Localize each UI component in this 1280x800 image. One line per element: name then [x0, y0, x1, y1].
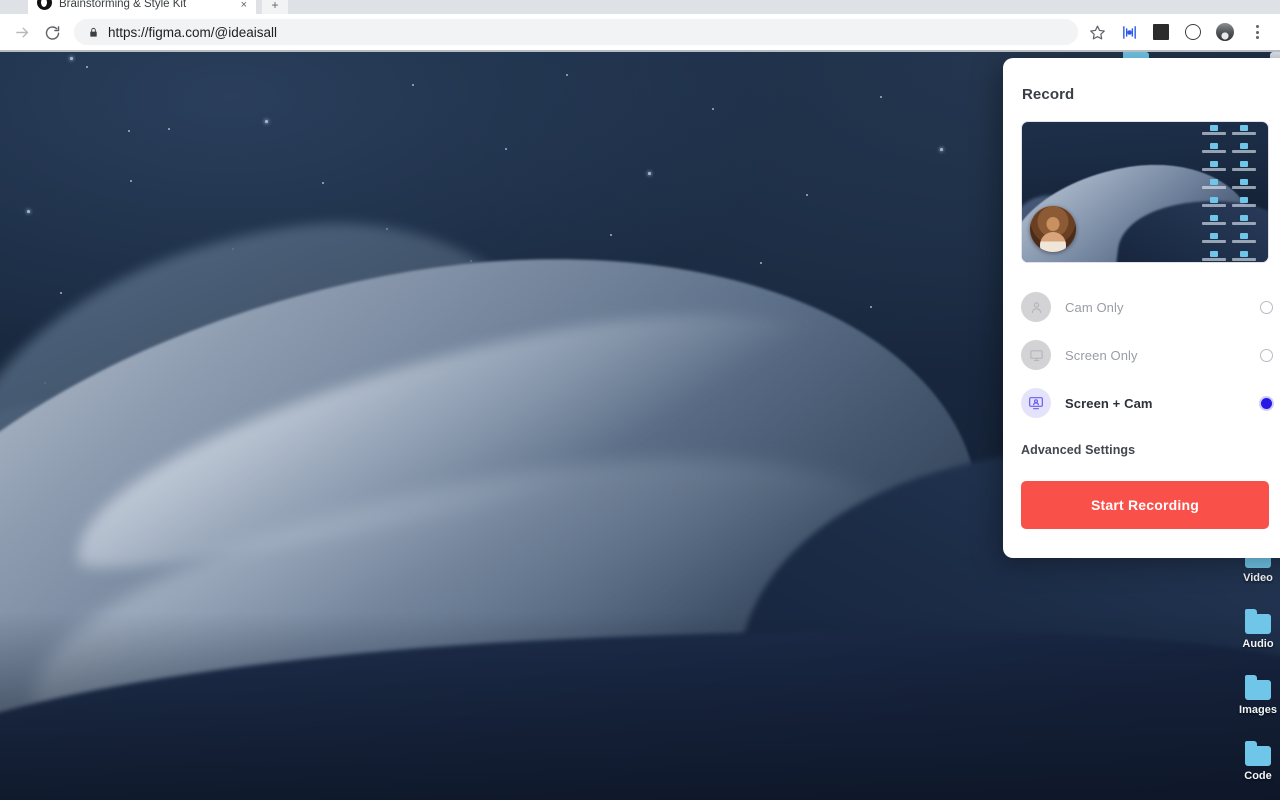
desktop-icon-label: Video: [1243, 572, 1273, 584]
lock-icon: [90, 27, 97, 37]
sand-haze: [0, 612, 1280, 800]
record-option-screen-only[interactable]: Screen Only: [1021, 331, 1277, 379]
monitor-icon: [1021, 340, 1051, 370]
folder-icon: [1245, 675, 1271, 700]
radio-screen-only[interactable]: [1260, 348, 1273, 362]
desktop-icon-label: Code: [1244, 770, 1272, 782]
radio-cam-only[interactable]: [1260, 300, 1273, 314]
radio-screen-cam[interactable]: [1261, 397, 1272, 409]
browser-toolbar: https://figma.com/@ideaisall: [0, 14, 1280, 50]
desktop-icon-images[interactable]: Images: [1212, 675, 1280, 717]
star-icon[interactable]: [1086, 21, 1108, 43]
toolbar-icons: [1086, 21, 1272, 43]
panel-title: Record: [1022, 86, 1075, 103]
circle-extension-icon[interactable]: [1182, 21, 1204, 43]
url-text: https://figma.com/@ideaisall: [108, 24, 278, 40]
browser-tab[interactable]: Brainstorming & Style Kit ×: [28, 0, 256, 14]
desktop-icon-code[interactable]: Code: [1212, 741, 1280, 783]
chrome-bottom-edge: [0, 50, 1280, 52]
desktop-icon-audio[interactable]: Audio: [1212, 609, 1280, 651]
figma-favicon-icon: [37, 0, 52, 10]
forward-arrow-icon[interactable]: [8, 18, 36, 46]
three-dot-menu-icon[interactable]: [1246, 21, 1268, 43]
reload-icon[interactable]: [38, 18, 66, 46]
monitor-person-icon: [1021, 388, 1051, 418]
preview-desktop-icons: [1199, 125, 1265, 262]
tab-strip: Brainstorming & Style Kit × +: [0, 0, 1280, 14]
advanced-settings-link[interactable]: Advanced Settings: [1021, 443, 1277, 457]
screen-root: Brainstorming & Style Kit × + https://fi…: [0, 0, 1280, 800]
webcam-avatar: [1030, 206, 1076, 252]
record-option-label: Cam Only: [1065, 299, 1124, 315]
record-panel: Record Cam Only Screen Only Screen + Cam…: [1003, 58, 1280, 558]
browser-chrome: Brainstorming & Style Kit × + https://fi…: [0, 0, 1280, 52]
record-mode-options: Cam Only Screen Only Screen + Cam: [1021, 283, 1277, 427]
new-tab-button[interactable]: +: [262, 0, 288, 14]
record-option-label: Screen + Cam: [1065, 395, 1153, 411]
profile-avatar-icon[interactable]: [1214, 21, 1236, 43]
tab-title: Brainstorming & Style Kit: [59, 0, 187, 10]
screen-preview-thumbnail[interactable]: [1021, 121, 1269, 263]
record-option-cam-only[interactable]: Cam Only: [1021, 283, 1277, 331]
desktop-icon-label: Images: [1239, 704, 1277, 716]
record-option-screen-cam[interactable]: Screen + Cam: [1021, 379, 1277, 427]
extension-icon[interactable]: [1118, 21, 1140, 43]
folder-icon: [1245, 741, 1271, 766]
record-option-label: Screen Only: [1065, 347, 1138, 363]
folder-icon: [1245, 609, 1271, 634]
close-icon[interactable]: ×: [241, 0, 247, 11]
person-icon: [1021, 292, 1051, 322]
square-extension-icon[interactable]: [1150, 21, 1172, 43]
address-bar[interactable]: https://figma.com/@ideaisall: [74, 19, 1078, 45]
desktop-right-icons: Video Audio Images Code Bikelane App: [1228, 543, 1280, 800]
start-recording-button[interactable]: Start Recording: [1021, 481, 1269, 529]
desktop-icon-label: Audio: [1242, 638, 1274, 650]
